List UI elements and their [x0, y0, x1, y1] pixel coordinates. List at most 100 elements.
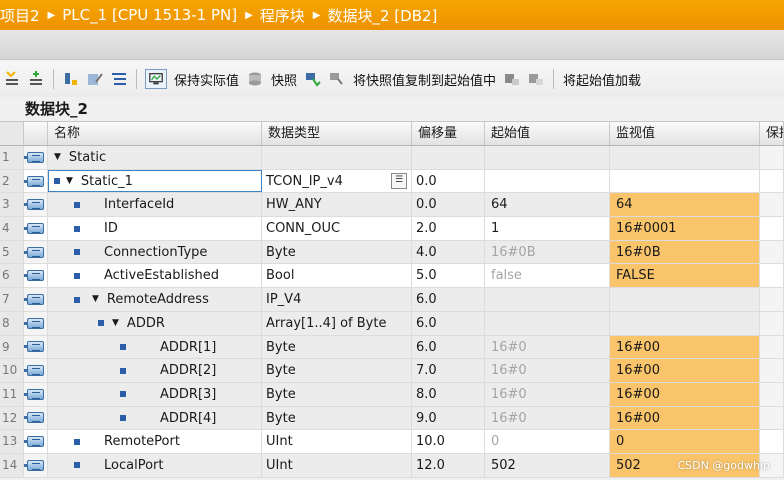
retain-cell[interactable] — [760, 406, 784, 430]
retain-cell[interactable] — [760, 169, 784, 193]
retain-cell[interactable] — [760, 240, 784, 264]
name-cell[interactable]: ▼ Static — [48, 146, 262, 169]
expand-down-icon[interactable]: ▼ — [54, 146, 61, 169]
start-value-cell[interactable] — [485, 288, 610, 311]
name-cell[interactable]: ID — [48, 217, 262, 240]
table-row[interactable]: 4 ID CONN_OUC 2.0 1 16#0001 — [0, 217, 784, 241]
edit-icon[interactable] — [86, 70, 104, 88]
start-value-cell[interactable] — [485, 169, 610, 193]
table-row[interactable]: 13 RemotePort UInt 10.0 0 0 — [0, 430, 784, 454]
start-value-cell[interactable]: 16#0 — [485, 382, 610, 406]
name-cell[interactable]: ConnectionType — [48, 240, 262, 264]
copy-snapshot-to-start-button[interactable]: 将快照值复制到起始值中 — [349, 70, 500, 89]
retain-cell[interactable] — [760, 335, 784, 359]
name-cell[interactable]: ▼ RemoteAddress — [48, 288, 262, 311]
copy-snapshot-icon[interactable] — [304, 70, 322, 88]
name-cell[interactable]: LocalPort — [48, 453, 262, 477]
start-value-cell[interactable]: 1 — [485, 217, 610, 240]
insert-row-icon[interactable] — [3, 70, 21, 88]
db-tag-icon — [24, 430, 48, 453]
header-start-value[interactable]: 起始值 — [485, 122, 610, 145]
table-row[interactable]: 10 ADDR[2] Byte 7.0 16#0 16#00 — [0, 359, 784, 383]
start-value-cell[interactable]: 16#0 — [485, 406, 610, 430]
expand-down-icon[interactable]: ▼ — [112, 312, 119, 335]
type-cell[interactable]: UInt — [262, 453, 412, 477]
name-cell[interactable]: ADDR[2] — [48, 359, 262, 382]
retain-cell[interactable] — [760, 311, 784, 335]
type-cell[interactable]: Bool — [262, 264, 412, 288]
type-cell[interactable]: Array[1..4] of Byte — [262, 311, 412, 335]
name-cell[interactable]: ActiveEstablished — [48, 264, 262, 288]
add-row-icon[interactable] — [27, 70, 45, 88]
name-cell[interactable]: ADDR[1] — [48, 335, 262, 359]
type-cell[interactable]: Byte — [262, 382, 412, 406]
retain-cell[interactable] — [760, 217, 784, 240]
header-monitor-value[interactable]: 监视值 — [610, 122, 760, 145]
type-cell[interactable]: CONN_OUC — [262, 217, 412, 240]
start-value-cell[interactable] — [485, 146, 610, 169]
name-cell[interactable]: ▼ ADDR — [48, 311, 262, 335]
expand-down-icon[interactable]: ▼ — [66, 170, 73, 193]
retain-cell[interactable] — [760, 288, 784, 311]
type-cell[interactable]: Byte — [262, 406, 412, 430]
start-value-cell[interactable]: false — [485, 264, 610, 288]
start-value-cell[interactable]: 16#0 — [485, 335, 610, 359]
start-value-cell[interactable]: 16#0B — [485, 240, 610, 264]
table-row[interactable]: 9 ADDR[1] Byte 6.0 16#0 16#00 — [0, 335, 784, 360]
table-row[interactable]: 2 ▼ Static_1 TCON_IP_v4 ☰ 0.0 — [0, 169, 784, 194]
breadcrumb-data-block[interactable]: 数据块_2 [DB2] — [328, 5, 444, 26]
expand-down-icon[interactable]: ▼ — [92, 288, 99, 311]
type-cell[interactable]: Byte — [262, 335, 412, 359]
start-value-cell[interactable]: 0 — [485, 430, 610, 453]
start-value-cell[interactable]: 64 — [485, 193, 610, 217]
name-cell[interactable]: RemotePort — [48, 430, 262, 453]
type-cell[interactable]: IP_V4 — [262, 288, 412, 311]
retain-cell[interactable] — [760, 430, 784, 453]
load-snapshot-icon[interactable] — [328, 70, 346, 88]
type-cell[interactable]: HW_ANY — [262, 193, 412, 217]
table-row[interactable]: 12 ADDR[4] Byte 9.0 16#0 16#00 — [0, 406, 784, 431]
header-retain[interactable]: 保持 — [760, 122, 784, 145]
breadcrumb-program-blocks[interactable]: 程序块 — [260, 5, 311, 26]
start-value-cell[interactable]: 16#0 — [485, 359, 610, 382]
breadcrumb-plc[interactable]: PLC_1 [CPU 1513-1 PN] — [62, 6, 243, 24]
type-cell[interactable]: TCON_IP_v4 ☰ — [262, 169, 412, 193]
table-row[interactable]: 1 ▼ Static — [0, 146, 784, 170]
header-name[interactable]: 名称 — [48, 122, 262, 145]
table-row[interactable]: 8 ▼ ADDR Array[1..4] of Byte 6.0 — [0, 311, 784, 336]
retain-cell[interactable] — [760, 359, 784, 382]
retain-cell[interactable] — [760, 382, 784, 406]
browse-type-icon[interactable]: ☰ — [391, 172, 407, 189]
name-cell[interactable]: ▼ Static_1 — [48, 169, 262, 193]
start-value-cell[interactable]: 502 — [485, 453, 610, 477]
reset-icon[interactable] — [62, 70, 80, 88]
snapshot-icon[interactable] — [246, 70, 264, 88]
keep-actual-values-button[interactable]: 保持实际值 — [170, 70, 243, 89]
table-row[interactable]: 14 LocalPort UInt 12.0 502 502 — [0, 453, 784, 478]
retain-cell[interactable] — [760, 193, 784, 217]
load-start-values-button[interactable]: 将起始值加载 — [559, 70, 645, 89]
monitor-all-icon[interactable] — [145, 69, 167, 89]
retain-cell[interactable] — [760, 264, 784, 288]
table-row[interactable]: 7 ▼ RemoteAddress IP_V4 6.0 — [0, 288, 784, 312]
type-cell[interactable]: UInt — [262, 430, 412, 453]
list-view-icon[interactable] — [110, 70, 128, 88]
start-value-cell[interactable] — [485, 311, 610, 335]
table-row[interactable]: 3 InterfaceId HW_ANY 0.0 64 64 — [0, 193, 784, 218]
table-row[interactable]: 6 ActiveEstablished Bool 5.0 false FALSE — [0, 264, 784, 289]
name-cell[interactable]: InterfaceId — [48, 193, 262, 217]
table-row[interactable]: 11 ADDR[3] Byte 8.0 16#0 16#00 — [0, 382, 784, 407]
breadcrumb-project[interactable]: 项目2 — [0, 5, 46, 26]
db-load-icon[interactable] — [503, 70, 521, 88]
table-row[interactable]: 5 ConnectionType Byte 4.0 16#0B 16#0B — [0, 240, 784, 265]
type-cell[interactable]: Byte — [262, 240, 412, 264]
header-offset[interactable]: 偏移量 — [412, 122, 485, 145]
header-data-type[interactable]: 数据类型 — [262, 122, 412, 145]
type-cell[interactable]: Byte — [262, 359, 412, 382]
name-cell[interactable]: ADDR[4] — [48, 406, 262, 430]
db-load2-icon[interactable] — [527, 70, 545, 88]
name-cell[interactable]: ADDR[3] — [48, 382, 262, 406]
snapshot-button[interactable]: 快照 — [267, 70, 301, 89]
retain-cell[interactable] — [760, 146, 784, 169]
type-cell[interactable] — [262, 146, 412, 169]
